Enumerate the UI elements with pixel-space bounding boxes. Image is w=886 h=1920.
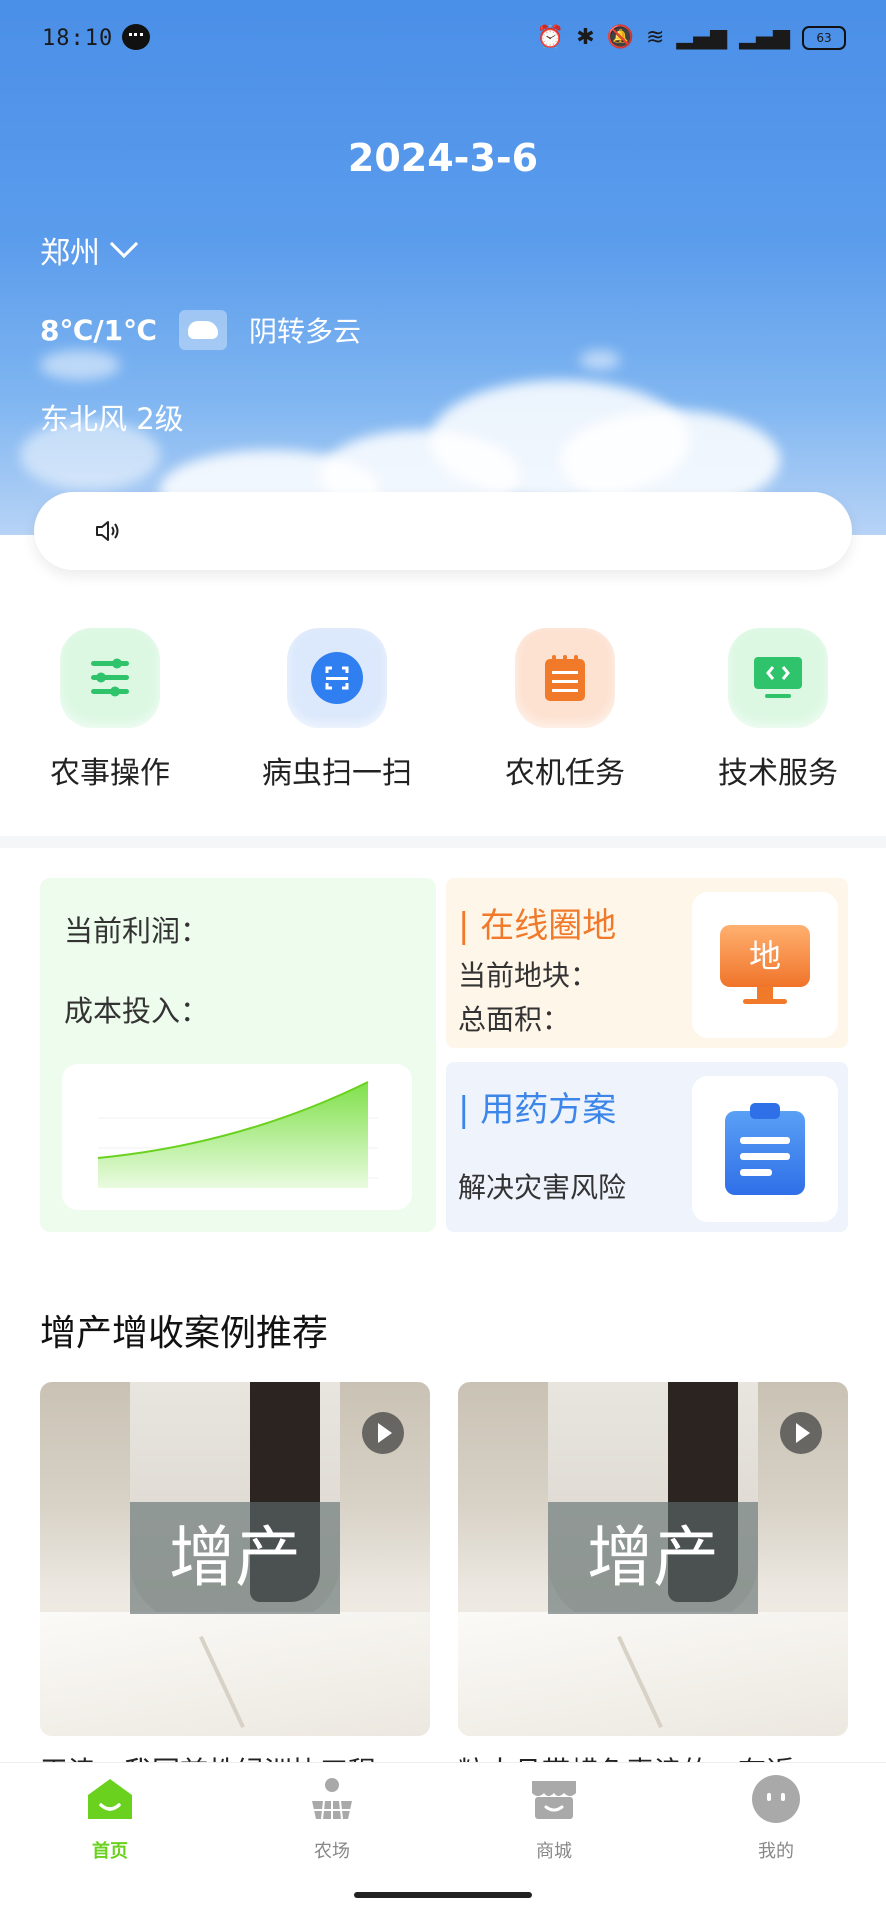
status-bar: 18:10 ⏰ ✱ 🔕 ≋ ▂▄▆ ▂▄▆ 63 (0, 22, 886, 62)
nav-shop[interactable]: 商城 (494, 1773, 614, 1863)
medicine-plan-subtitle: 解决灾害风险 (458, 1171, 627, 1204)
quick-action-farming[interactable]: 农事操作 (30, 628, 190, 792)
nav-home[interactable]: 首页 (50, 1773, 170, 1863)
temperature-range: 8℃/1℃ (40, 313, 158, 347)
case-video-card[interactable]: 增产 (40, 1382, 430, 1736)
quick-action-pest-scan[interactable]: 病虫扫一扫 (257, 628, 417, 792)
cloudy-icon (179, 310, 228, 350)
profile-icon (752, 1775, 800, 1823)
status-time: 18:10 (42, 26, 114, 51)
sliders-icon (60, 628, 160, 728)
quick-action-label: 农事操作 (50, 756, 170, 791)
quick-actions: 农事操作 病虫扫一扫 农机任务 技术服务 (0, 628, 886, 798)
weather-date: 2024-3-6 (347, 136, 539, 180)
chevron-down-icon (109, 229, 139, 259)
mute-icon: 🔕 (606, 25, 635, 50)
quick-action-tech-service[interactable]: 技术服务 (698, 628, 858, 792)
alarm-icon: ⏰ (536, 25, 565, 50)
medicine-plan-title: | 用药方案 (458, 1090, 617, 1130)
case-overlay-label: 增产 (548, 1502, 758, 1614)
quick-action-label: 技术服务 (718, 756, 838, 791)
farm-icon (312, 1778, 352, 1820)
bluetooth-icon: ✱ (576, 25, 595, 50)
nav-farm[interactable]: 农场 (272, 1773, 392, 1863)
monitor-code-icon (728, 628, 828, 728)
plot-icon: 地 (692, 892, 838, 1038)
signal-5g-2-icon: ▂▄▆ (739, 25, 790, 50)
shop-icon (532, 1781, 576, 1819)
online-plot-card[interactable]: | 在线圈地 当前地块： 总面积： 地 (446, 878, 848, 1048)
clipboard-icon (692, 1076, 838, 1222)
scan-icon (287, 628, 387, 728)
current-profit-label: 当前利润： (64, 914, 210, 948)
chat-notification-icon (122, 24, 150, 50)
play-icon[interactable] (780, 1412, 822, 1454)
profit-trend-chart (62, 1064, 412, 1210)
online-plot-title: | 在线圈地 (458, 906, 617, 946)
medicine-plan-card[interactable]: | 用药方案 解决灾害风险 (446, 1062, 848, 1232)
weather-description: 阴转多云 (249, 315, 362, 348)
speaker-icon (96, 521, 119, 541)
home-icon (88, 1779, 132, 1819)
nav-profile[interactable]: 我的 (716, 1773, 836, 1863)
city-selector[interactable]: 郑州 (40, 228, 139, 272)
home-indicator[interactable] (354, 1892, 532, 1898)
case-video-card[interactable]: 增产 (458, 1382, 848, 1736)
total-area-label: 总面积： (458, 1003, 571, 1036)
nav-label: 农场 (314, 1841, 350, 1862)
nav-label: 我的 (758, 1841, 794, 1862)
play-icon[interactable] (362, 1412, 404, 1454)
cost-input-label: 成本投入： (64, 994, 210, 1028)
nav-label: 商城 (536, 1841, 572, 1862)
battery-indicator: 63 (802, 26, 846, 50)
notepad-icon (515, 628, 615, 728)
quick-action-label: 农机任务 (505, 756, 625, 791)
current-plot-label: 当前地块： (458, 959, 599, 992)
quick-action-label: 病虫扫一扫 (262, 756, 412, 791)
plot-icon-text: 地 (720, 925, 810, 987)
quick-action-machinery[interactable]: 农机任务 (485, 628, 645, 792)
nav-label: 首页 (92, 1841, 128, 1862)
weather-summary: 8℃/1℃ 阴转多云 (40, 310, 361, 350)
city-name: 郑州 (40, 236, 100, 271)
profit-card[interactable]: 当前利润： 成本投入： (40, 878, 436, 1232)
announcement-bar[interactable] (34, 492, 852, 570)
wind-info: 东北风 2级 (40, 402, 184, 436)
signal-5g-icon: ▂▄▆ (676, 25, 728, 50)
cases-section-title: 增产增收案例推荐 (40, 1313, 329, 1354)
case-overlay-label: 增产 (130, 1502, 340, 1614)
wifi-icon: ≋ (646, 25, 665, 50)
section-divider (0, 836, 886, 848)
